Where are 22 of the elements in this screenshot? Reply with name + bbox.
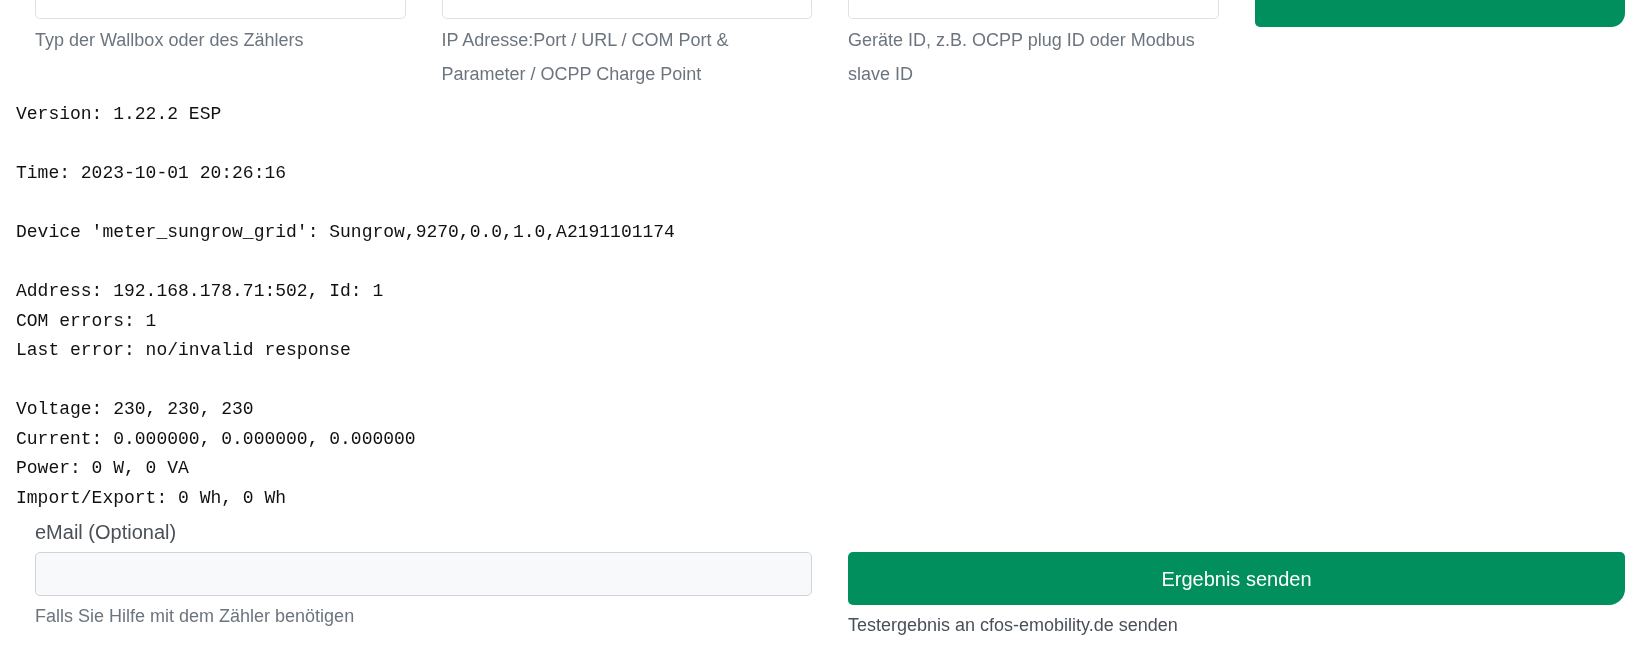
output-line: Import/Export: 0 Wh, 0 Wh: [16, 486, 287, 510]
output-line: COM errors: 1: [16, 309, 157, 333]
input-field[interactable]: [35, 0, 406, 19]
send-button[interactable]: Ergebnis senden: [848, 552, 1625, 605]
output-line: Time: 2023-10-01 20:26:16: [16, 162, 287, 185]
output-line: Last error: no/invalid response: [16, 339, 351, 362]
hint-text: Falls Sie Hilfe mit dem Zähler benötigen: [35, 605, 355, 628]
output-line: Current: 0.000000, 0.000000, 0.000000: [16, 427, 416, 451]
hint-text: IP Adresse:Port / URL / COM Port & Parameter / OCPP Charge Point: [441, 29, 730, 86]
input-field[interactable]: [848, 0, 1219, 19]
email-field[interactable]: [35, 552, 812, 596]
hint-text: Typ der Wallbox oder des Zählers: [35, 29, 305, 52]
output-line: Voltage: 230, 230, 230: [16, 398, 254, 421]
input-field[interactable]: [441, 0, 812, 19]
email-label: eMail (Optional): [35, 520, 177, 544]
output-line: Version: 1.22.2 ESP: [16, 103, 222, 126]
output-line: Device 'meter_sungrow_grid': Sungrow,9270,0.0,1.0,A2191101174: [16, 221, 675, 244]
action-button[interactable]: [1254, 0, 1625, 27]
send-caption: Testergebnis an cfos-emobility.de senden: [848, 614, 1178, 637]
output-line: Power: 0 W, 0 VA: [16, 457, 189, 480]
output-line: Address: 192.168.178.71:502, Id: 1: [16, 280, 384, 303]
hint-text: Geräte ID, z.B. OCPP plug ID oder Modbus slave ID: [848, 29, 1196, 86]
